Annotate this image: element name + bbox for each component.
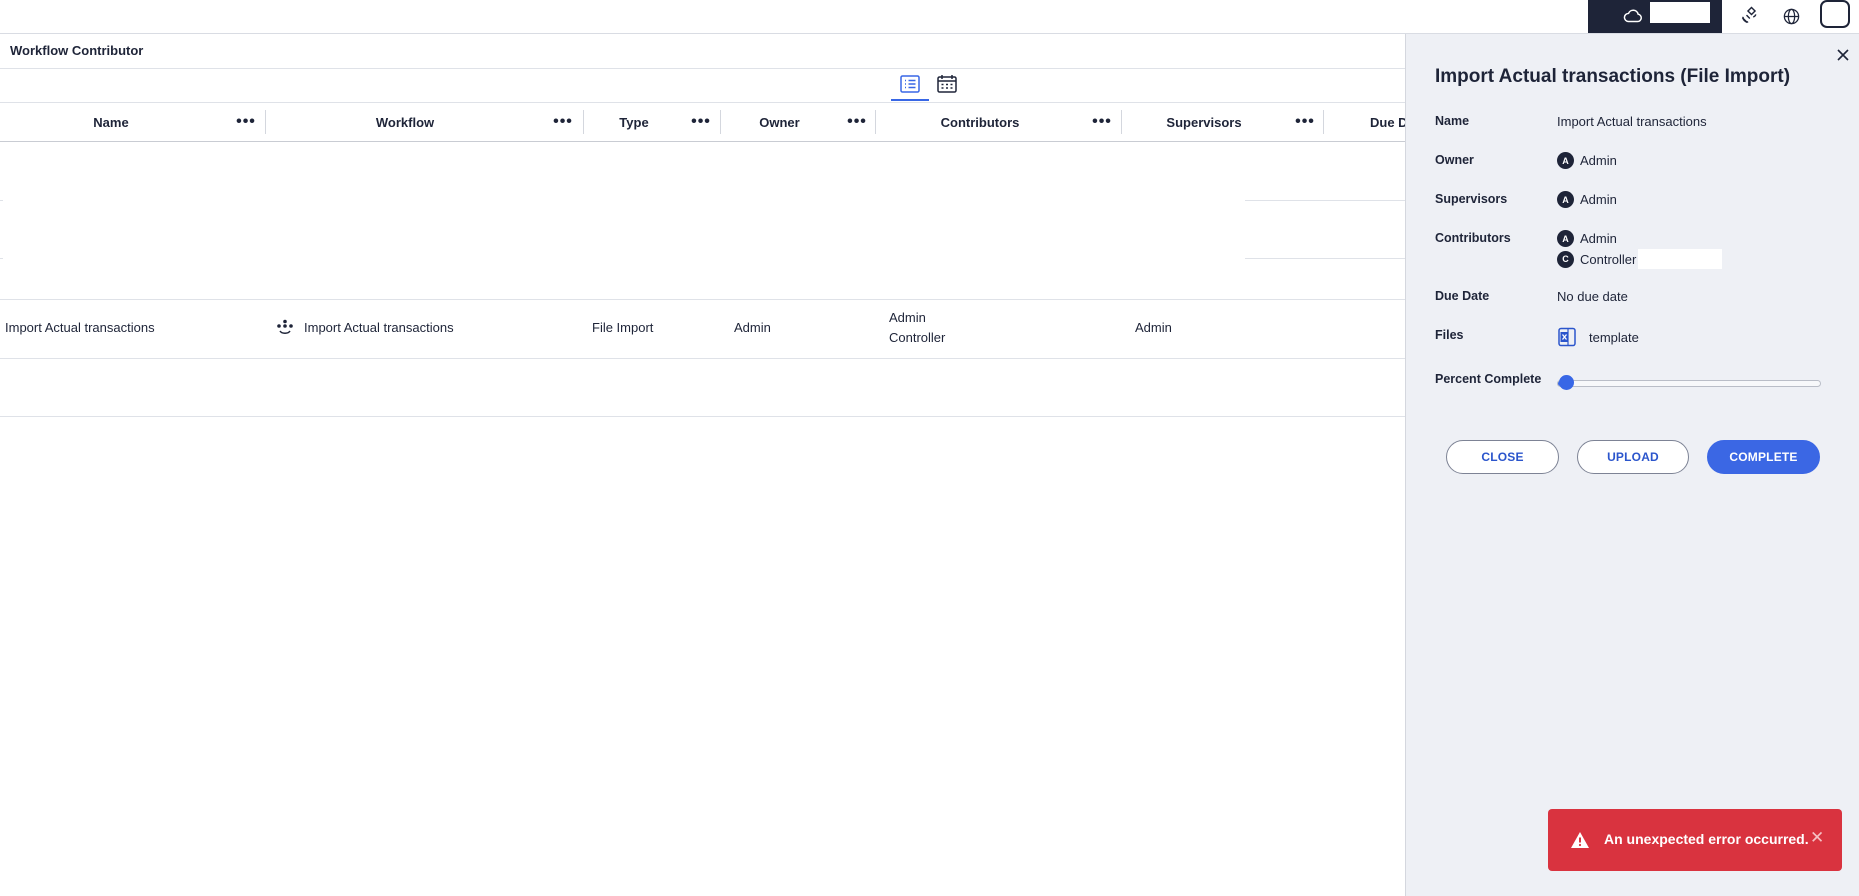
page-title: Workflow Contributor bbox=[10, 43, 144, 58]
row-divider bbox=[1245, 200, 1405, 201]
field-label-supervisors: Supervisors bbox=[1435, 192, 1508, 206]
user-badge: A bbox=[1557, 230, 1574, 247]
toast-close-button[interactable]: ✕ bbox=[1810, 828, 1824, 848]
globe-icon[interactable] bbox=[1778, 3, 1804, 29]
list-view-icon bbox=[900, 74, 920, 98]
row-divider bbox=[0, 416, 1405, 417]
complete-button[interactable]: COMPLETE bbox=[1707, 440, 1820, 474]
row-divider bbox=[0, 358, 1405, 359]
close-panel-button[interactable] bbox=[1832, 46, 1854, 68]
upload-button[interactable]: UPLOAD bbox=[1577, 440, 1689, 474]
field-value-supervisors: A Admin bbox=[1557, 191, 1617, 208]
view-switch bbox=[0, 68, 1405, 103]
column-menu-workflow[interactable]: ••• bbox=[552, 113, 574, 131]
field-label-contributors: Contributors bbox=[1435, 231, 1511, 245]
cell-contributor: Admin bbox=[889, 310, 926, 325]
top-bar bbox=[0, 0, 1859, 34]
row-divider bbox=[0, 258, 3, 259]
column-menu-owner[interactable]: ••• bbox=[846, 113, 868, 131]
satellite-icon[interactable] bbox=[1736, 3, 1762, 29]
column-header-workflow[interactable]: Workflow bbox=[266, 103, 544, 141]
error-toast: An unexpected error occurred. ✕ bbox=[1548, 809, 1842, 871]
environment-name bbox=[1650, 2, 1710, 23]
column-menu-type[interactable]: ••• bbox=[690, 113, 712, 131]
table-header: Name ••• Workflow ••• Type ••• Owner •••… bbox=[0, 103, 1405, 142]
field-label-name: Name bbox=[1435, 114, 1470, 128]
avatar[interactable] bbox=[1820, 0, 1850, 28]
field-label-due-date: Due Date bbox=[1435, 289, 1490, 303]
owner-name: Admin bbox=[1580, 153, 1617, 168]
list-view-button[interactable] bbox=[891, 73, 929, 101]
cell-owner: Admin bbox=[734, 320, 771, 335]
contributor-name: Controller bbox=[1580, 251, 1637, 267]
field-value-contributor: C Controller bbox=[1557, 249, 1723, 269]
calendar-view-icon bbox=[937, 74, 957, 98]
slider-thumb[interactable] bbox=[1559, 375, 1574, 390]
user-badge: A bbox=[1557, 191, 1574, 208]
cell-contributor: Controller bbox=[889, 330, 946, 345]
column-menu-name[interactable]: ••• bbox=[235, 113, 257, 131]
column-menu-contributors[interactable]: ••• bbox=[1091, 113, 1113, 131]
cell-type: File Import bbox=[592, 320, 654, 335]
cell-name: Import Actual transactions bbox=[5, 320, 155, 335]
column-header-contributors[interactable]: Contributors bbox=[876, 103, 1084, 141]
column-header-supervisors[interactable]: Supervisors bbox=[1122, 103, 1286, 141]
contributor-name: Admin bbox=[1580, 231, 1617, 246]
field-value-contributor: A Admin bbox=[1557, 230, 1617, 247]
percent-complete-slider[interactable] bbox=[1557, 375, 1821, 390]
file-name[interactable]: template bbox=[1589, 330, 1639, 345]
close-button[interactable]: CLOSE bbox=[1446, 440, 1559, 474]
user-badge: A bbox=[1557, 152, 1574, 169]
field-value-due-date: No due date bbox=[1557, 289, 1628, 304]
page-header: Workflow Contributor bbox=[0, 34, 1405, 69]
field-label-percent-complete: Percent Complete bbox=[1435, 372, 1542, 386]
column-menu-supervisors[interactable]: ••• bbox=[1294, 113, 1316, 131]
excel-file-icon bbox=[1557, 327, 1577, 347]
workflow-icon bbox=[276, 318, 294, 339]
panel-title: Import Actual transactions (File Import) bbox=[1435, 66, 1791, 87]
row-divider bbox=[0, 200, 3, 201]
toast-message: An unexpected error occurred. bbox=[1604, 831, 1809, 847]
warning-icon bbox=[1570, 831, 1590, 849]
row-divider bbox=[1245, 258, 1405, 259]
close-icon bbox=[1836, 48, 1850, 67]
cell-workflow[interactable]: Import Actual transactions bbox=[304, 320, 454, 335]
cell-supervisors: Admin bbox=[1135, 320, 1172, 335]
column-header-due-date[interactable]: Due D bbox=[1324, 103, 1405, 141]
calendar-view-button[interactable] bbox=[932, 73, 962, 99]
column-header-type[interactable]: Type bbox=[584, 103, 684, 141]
field-label-owner: Owner bbox=[1435, 153, 1474, 167]
supervisor-name: Admin bbox=[1580, 192, 1617, 207]
field-label-files: Files bbox=[1435, 328, 1464, 342]
redacted-text bbox=[1638, 249, 1723, 269]
column-header-owner[interactable]: Owner bbox=[721, 103, 838, 141]
field-value-name: Import Actual transactions bbox=[1557, 114, 1707, 129]
user-badge: C bbox=[1557, 250, 1574, 268]
table-row[interactable]: Import Actual transactions Import Actual… bbox=[0, 300, 1405, 358]
file-link[interactable]: template bbox=[1557, 327, 1639, 347]
cloud-icon bbox=[1622, 5, 1644, 27]
field-value-owner: A Admin bbox=[1557, 152, 1617, 169]
column-header-name[interactable]: Name bbox=[0, 103, 222, 141]
